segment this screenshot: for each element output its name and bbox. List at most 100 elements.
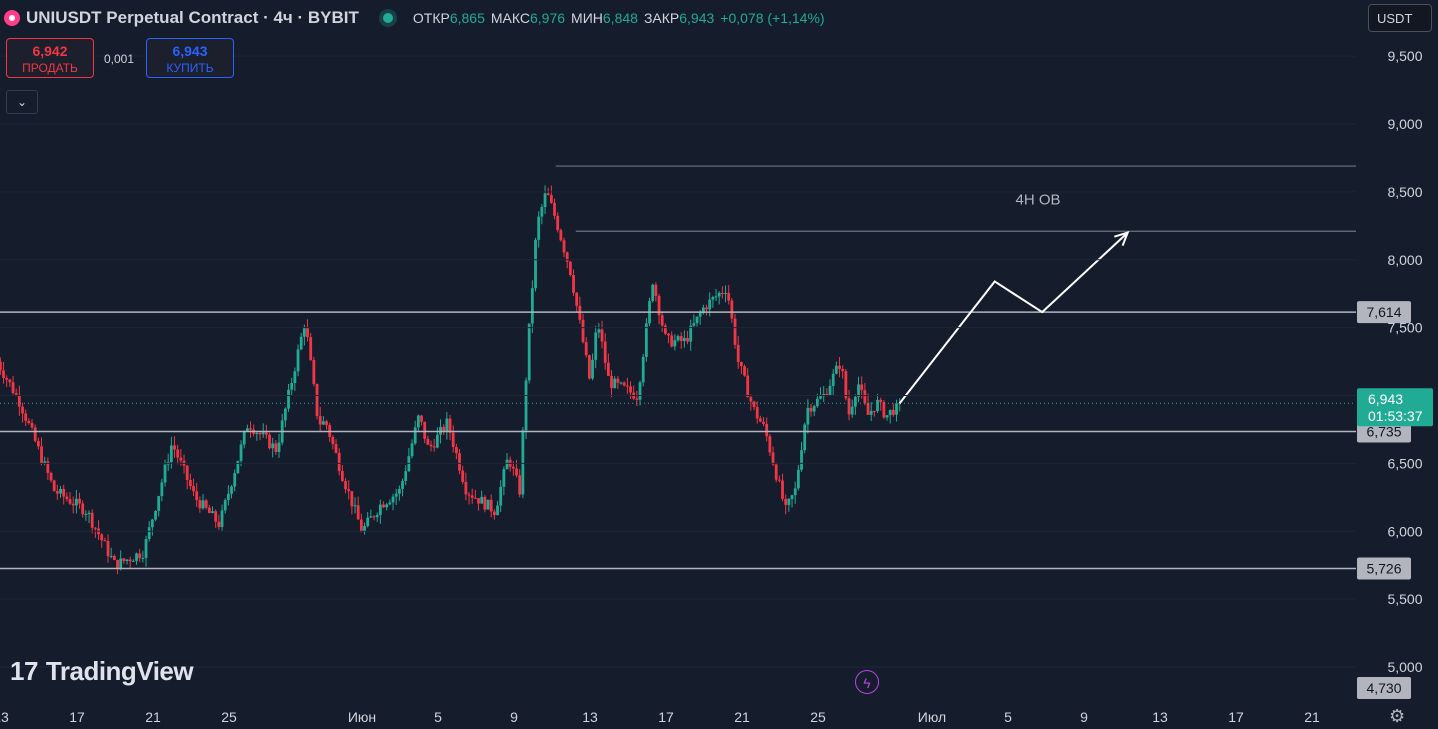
y-tick-label: 9,000 [1387, 116, 1422, 132]
x-tick-label: 17 [69, 709, 85, 725]
candle-body [214, 511, 218, 522]
candle-body [705, 307, 708, 310]
flash-icon[interactable]: ϟ [855, 670, 879, 694]
price-chart[interactable]: 4H OB 9,5009,0008,5008,0007,5007,0006,50… [0, 0, 1438, 729]
candle-body [546, 193, 550, 196]
buy-button[interactable]: 6,943 КУПИТЬ [146, 38, 234, 78]
candle-body [119, 558, 123, 570]
candle-body [663, 325, 667, 334]
candle-body [347, 489, 351, 492]
candle-body [591, 359, 594, 379]
tradingview-logo[interactable]: 17 TradingView [10, 656, 194, 687]
candle-body [787, 499, 791, 505]
candle-body [724, 292, 727, 294]
candle-body [521, 430, 525, 495]
x-tick-label: 17 [1228, 709, 1244, 725]
candle-body [154, 510, 157, 520]
candle-body [375, 514, 379, 518]
candle-body [404, 471, 408, 481]
candle-body [198, 500, 202, 509]
candle-body [584, 342, 588, 356]
candle-body [306, 328, 309, 338]
buy-label: КУПИТЬ [166, 61, 214, 75]
candle-body [287, 389, 290, 409]
candle-body [49, 472, 53, 481]
candle-body [17, 394, 21, 407]
candle-body [616, 378, 620, 383]
spread-value: 0,001 [104, 52, 135, 66]
logo-text: TradingView [45, 656, 194, 686]
x-tick-label: 17 [658, 709, 674, 725]
candle-body [708, 299, 712, 310]
candle-body [337, 452, 341, 471]
ohlc-open-label: ОТКР [412, 10, 450, 26]
x-tick-label: 21 [1304, 709, 1320, 725]
candle-body [765, 423, 769, 437]
candle-body [866, 403, 870, 415]
candle-body [502, 469, 506, 487]
candle-body [809, 407, 813, 412]
candle-body [192, 486, 195, 492]
candle-body [876, 399, 879, 412]
candle-body [622, 382, 626, 386]
candle-body [331, 437, 335, 444]
candle-body [109, 555, 113, 557]
candle-body [62, 488, 66, 497]
candles-group [0, 185, 902, 575]
x-tick-label: 13 [1152, 709, 1168, 725]
candle-body [853, 396, 857, 407]
candle-body [201, 500, 205, 509]
candle-body [746, 375, 750, 398]
x-tick-label: 5 [1004, 709, 1012, 725]
x-tick-label: 25 [810, 709, 826, 725]
candle-body [686, 337, 689, 342]
sell-label: ПРОДАТЬ [22, 61, 78, 75]
candle-body [372, 516, 376, 518]
ohlc-close-label: ЗАКР [643, 10, 680, 26]
candle-body [530, 288, 534, 324]
candle-body [401, 480, 404, 489]
candle-body [268, 434, 271, 449]
candle-body [527, 323, 531, 381]
candle-body [749, 397, 753, 402]
tradingview-logo-icon: 17 [10, 656, 38, 686]
candle-body [185, 465, 189, 480]
symbol-title[interactable]: UNIUSDT Perpetual Contract · 4ч · BYBIT [26, 8, 359, 28]
candle-body [534, 239, 537, 289]
ohlc-change-value: +0,078 (+1,14%) [720, 10, 825, 26]
candle-body [847, 398, 851, 415]
candle-body [413, 427, 417, 444]
candle-body [448, 418, 452, 433]
candle-body [100, 534, 104, 541]
sell-button[interactable]: 6,942 ПРОДАТЬ [6, 38, 94, 78]
candle-body [730, 300, 734, 319]
candle-body [670, 335, 674, 347]
candle-body [872, 410, 876, 412]
sell-price: 6,942 [32, 43, 68, 59]
candle-body [800, 450, 803, 470]
candle-body [223, 500, 227, 511]
currency-select[interactable]: USDT [1368, 4, 1432, 32]
ohlc-values: ОТКР 6,865 МАКС 6,976 МИН 6,848 ЗАКР 6,943 +… [407, 10, 825, 26]
candle-body [515, 468, 518, 476]
candle-body [5, 378, 9, 380]
candle-body [90, 512, 94, 528]
gear-icon[interactable]: ⚙ [1389, 706, 1405, 727]
candle-body [882, 402, 886, 418]
candle-body [768, 436, 772, 453]
candle-body [226, 493, 230, 501]
candle-body [33, 427, 37, 441]
candle-body [610, 376, 613, 389]
candle-body [43, 461, 47, 463]
candle-body [625, 385, 629, 387]
candle-body [144, 539, 148, 558]
candle-body [188, 479, 192, 487]
collapse-chevron-button[interactable]: ⌄ [6, 90, 38, 114]
candle-body [366, 517, 370, 527]
ohlc-open-value: 6,865 [449, 10, 485, 26]
y-tick-label: 9,500 [1387, 48, 1422, 64]
candle-body [220, 510, 224, 528]
candle-body [160, 482, 164, 497]
candle-body [71, 503, 75, 506]
y-tick-label: 5,500 [1387, 591, 1422, 607]
